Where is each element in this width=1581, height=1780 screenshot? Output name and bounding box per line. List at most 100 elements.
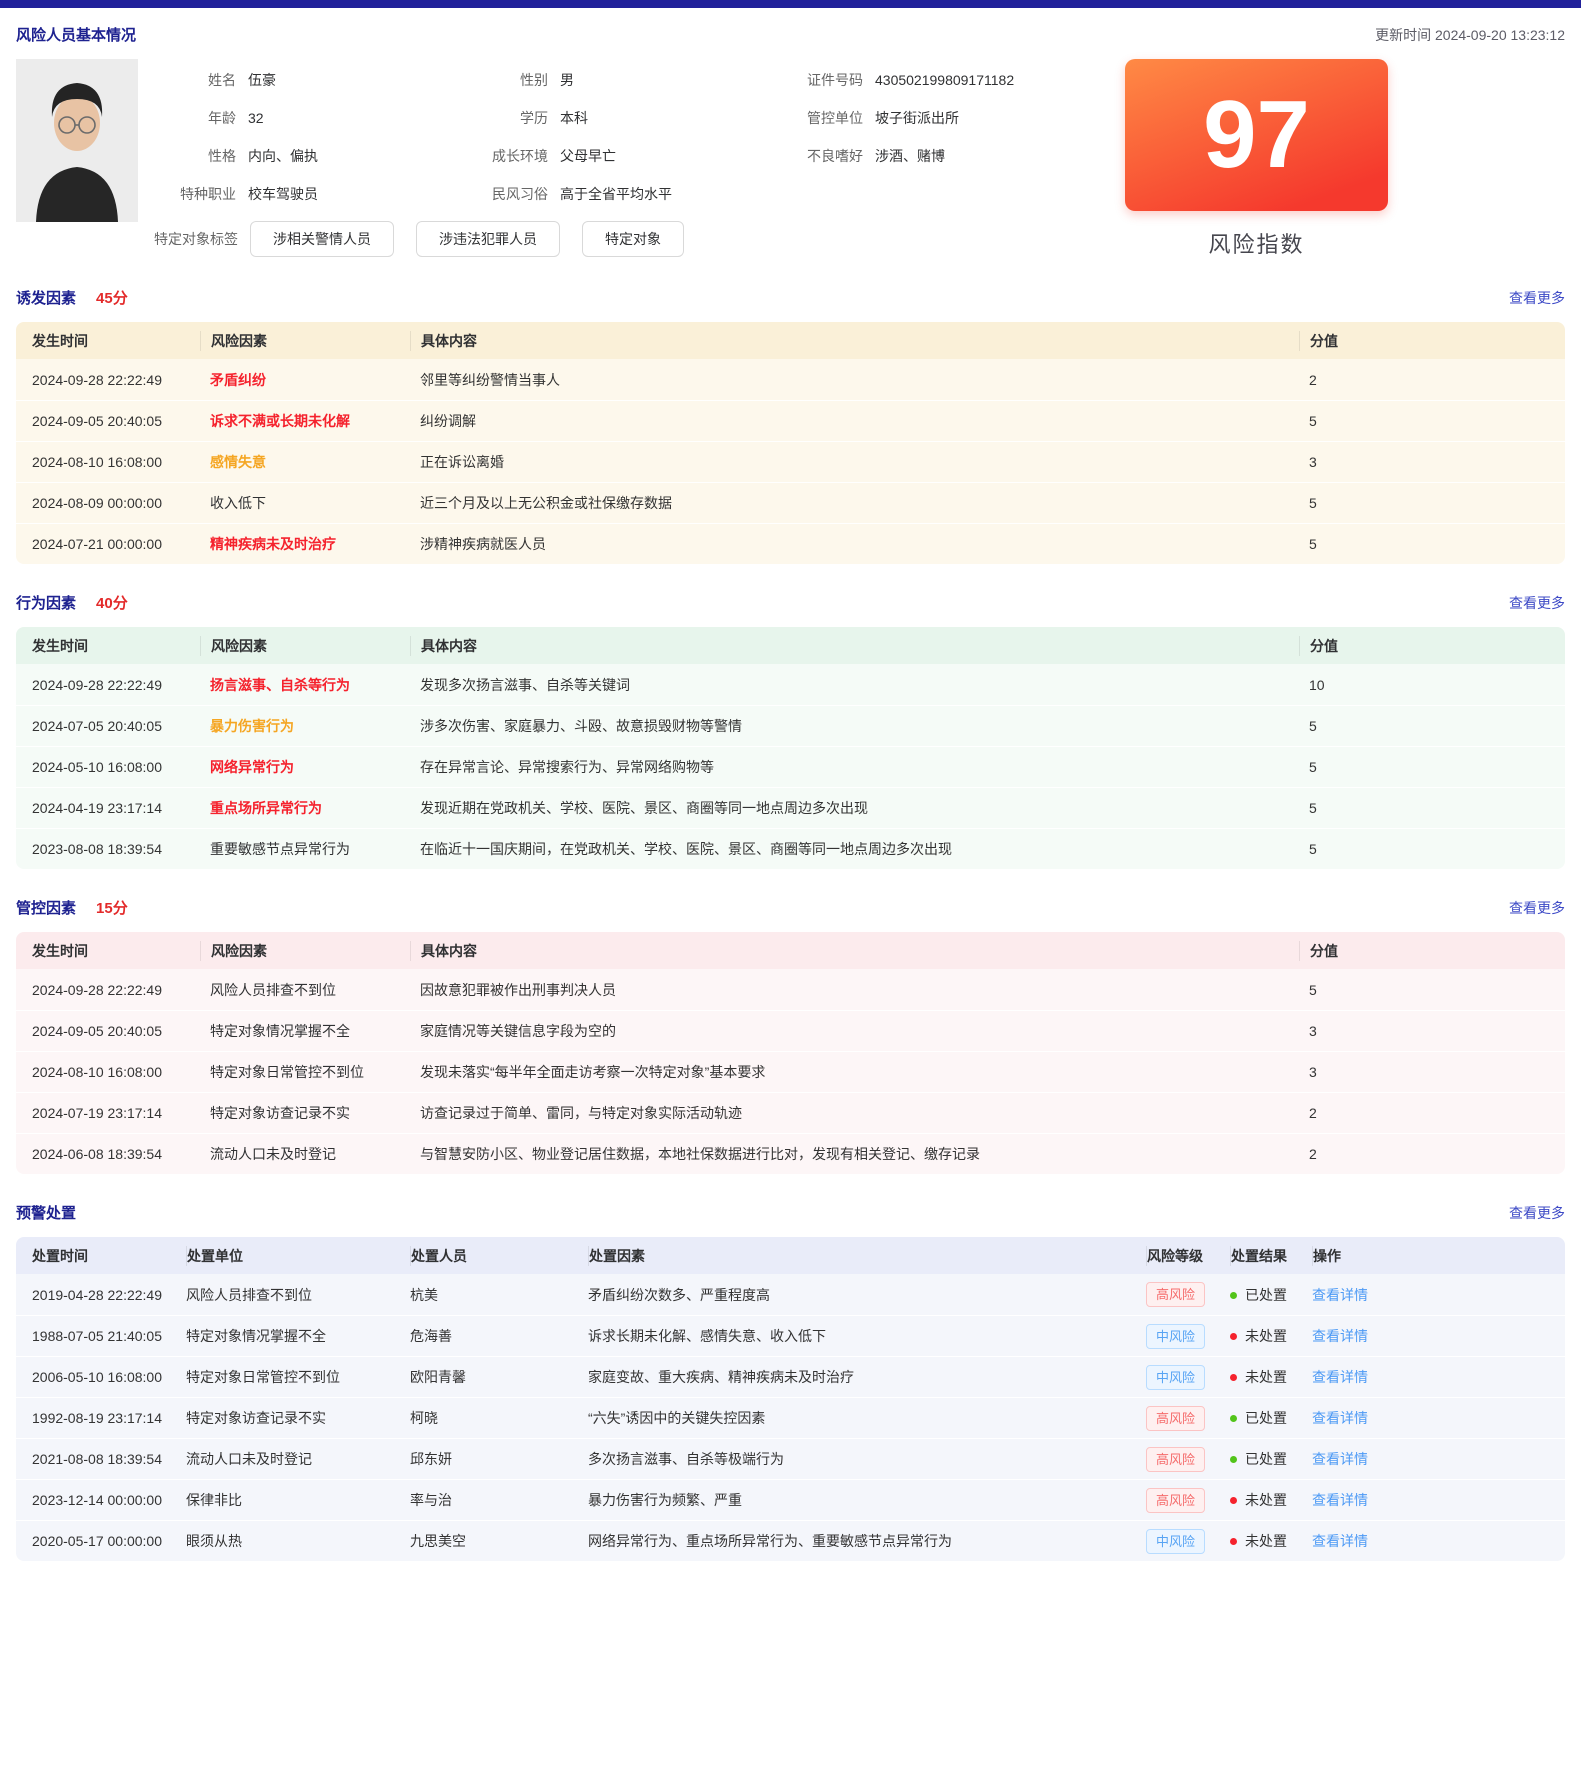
section-trigger-factors-head: 诱发因素 45分 查看更多 [16, 287, 1565, 308]
view-detail-link[interactable]: 查看详情 [1312, 1369, 1368, 1385]
cell-factor: 特定对象日常管控不到位 [200, 1062, 410, 1082]
result-text: 已处置 [1245, 1410, 1287, 1426]
cell-score: 5 [1299, 413, 1565, 429]
trigger-factors-table: 发生时间 风险因素 具体内容 分值 2024-09-28 22:22:49 矛盾… [16, 322, 1565, 564]
field-value: 涉酒、赌博 [875, 146, 945, 166]
cell-time: 2024-09-28 22:22:49 [16, 372, 200, 388]
cell-content: 存在异常言论、异常搜索行为、异常网络购物等 [410, 757, 1299, 777]
col-header-content: 具体内容 [410, 636, 1299, 656]
view-detail-link[interactable]: 查看详情 [1312, 1533, 1368, 1549]
cell-risk-level: 中风险 [1146, 1324, 1230, 1349]
cell-action: 查看详情 [1312, 1326, 1565, 1346]
profile-field: 特种职业 校车驾驶员 [154, 175, 484, 213]
cell-time: 2024-07-19 23:17:14 [16, 1105, 200, 1121]
cell-result: 已处置 [1230, 1408, 1312, 1428]
section-warning-disposal-head: 预警处置 查看更多 [16, 1202, 1565, 1223]
cell-unit: 流动人口未及时登记 [186, 1449, 410, 1469]
section-control-factors-head: 管控因素 15分 查看更多 [16, 897, 1565, 918]
cell-factor: 诉求不满或长期未化解 [200, 411, 410, 431]
profile-field: 管控单位 坡子街派出所 [779, 99, 1105, 137]
field-label: 管控单位 [779, 108, 863, 128]
view-detail-link[interactable]: 查看详情 [1312, 1410, 1368, 1426]
cell-action: 查看详情 [1312, 1367, 1565, 1387]
section-title: 预警处置 [16, 1202, 76, 1223]
view-detail-link[interactable]: 查看详情 [1312, 1451, 1368, 1467]
cell-action: 查看详情 [1312, 1531, 1565, 1551]
special-object-tag[interactable]: 涉违法犯罪人员 [416, 221, 560, 257]
special-object-tag[interactable]: 特定对象 [582, 221, 684, 257]
cell-result: 未处置 [1230, 1326, 1312, 1346]
col-header-result: 处置结果 [1230, 1246, 1312, 1266]
cell-score: 5 [1299, 800, 1565, 816]
cell-risk-level: 中风险 [1146, 1365, 1230, 1390]
risk-level-badge: 高风险 [1146, 1406, 1205, 1431]
view-detail-link[interactable]: 查看详情 [1312, 1328, 1368, 1344]
cell-score: 2 [1299, 1146, 1565, 1162]
factor-name: 暴力伤害行为 [210, 718, 294, 734]
view-detail-link[interactable]: 查看详情 [1312, 1492, 1368, 1508]
cell-person: 欧阳青馨 [410, 1367, 588, 1387]
cell-person: 率与治 [410, 1490, 588, 1510]
cell-unit: 特定对象情况掌握不全 [186, 1326, 410, 1346]
cell-factor: 矛盾纠纷次数多、严重程度高 [588, 1285, 1146, 1305]
status-dot-icon [1230, 1456, 1237, 1463]
view-more-link[interactable]: 查看更多 [1509, 898, 1565, 918]
profile-fields: 姓名 伍豪 性别 男 证件号码 430502199809171182 [138, 59, 1105, 259]
cell-unit: 眼须从热 [186, 1531, 410, 1551]
factor-name: 收入低下 [210, 495, 266, 511]
tags-label: 特定对象标签 [154, 229, 238, 249]
cell-time: 2024-05-10 16:08:00 [16, 759, 200, 775]
cell-action: 查看详情 [1312, 1490, 1565, 1510]
result-status: 已处置 [1230, 1287, 1287, 1303]
cell-score: 5 [1299, 495, 1565, 511]
cell-score: 5 [1299, 982, 1565, 998]
table-row: 2006-05-10 16:08:00 特定对象日常管控不到位 欧阳青馨 家庭变… [16, 1356, 1565, 1397]
cell-content: 发现未落实“每半年全面走访考察一次特定对象”基本要求 [410, 1062, 1299, 1082]
field-value: 校车驾驶员 [248, 184, 318, 204]
field-value: 32 [248, 110, 264, 126]
cell-unit: 特定对象访查记录不实 [186, 1408, 410, 1428]
table-body: 2024-09-28 22:22:49 矛盾纠纷 邻里等纠纷警情当事人 2 20… [16, 359, 1565, 564]
cell-content: 邻里等纠纷警情当事人 [410, 370, 1299, 390]
view-more-link[interactable]: 查看更多 [1509, 593, 1565, 613]
profile-field: 学历 本科 [484, 99, 779, 137]
table-body: 2019-04-28 22:22:49 风险人员排查不到位 杭美 矛盾纠纷次数多… [16, 1274, 1565, 1561]
result-text: 已处置 [1245, 1287, 1287, 1303]
table-row: 2023-12-14 00:00:00 保律非比 率与治 暴力伤害行为频繁、严重… [16, 1479, 1565, 1520]
cell-result: 未处置 [1230, 1367, 1312, 1387]
view-more-link[interactable]: 查看更多 [1509, 1203, 1565, 1223]
status-dot-icon [1230, 1538, 1237, 1545]
result-text: 未处置 [1245, 1328, 1287, 1344]
cell-factor: “六失”诱因中的关键失控因素 [588, 1408, 1146, 1428]
profile-fields-grid: 姓名 伍豪 性别 男 证件号码 430502199809171182 [154, 61, 1105, 213]
factor-name: 重点场所异常行为 [210, 800, 322, 816]
cell-content: 因故意犯罪被作出刑事判决人员 [410, 980, 1299, 1000]
cell-action: 查看详情 [1312, 1449, 1565, 1469]
risk-level-badge: 中风险 [1146, 1324, 1205, 1349]
cell-time: 1988-07-05 21:40:05 [16, 1328, 186, 1344]
cell-person: 九思美空 [410, 1531, 588, 1551]
factor-name: 诉求不满或长期未化解 [210, 413, 350, 429]
col-header-disposal-factor: 处置因素 [588, 1246, 1146, 1266]
cell-unit: 保律非比 [186, 1490, 410, 1510]
special-object-tag[interactable]: 涉相关警情人员 [250, 221, 394, 257]
cell-time: 2024-08-10 16:08:00 [16, 454, 200, 470]
cell-factor: 家庭变故、重大疾病、精神疾病未及时治疗 [588, 1367, 1146, 1387]
cell-result: 已处置 [1230, 1449, 1312, 1469]
field-value: 高于全省平均水平 [560, 184, 672, 204]
field-label: 证件号码 [779, 70, 863, 90]
cell-content: 发现近期在党政机关、学校、医院、景区、商圈等同一地点周边多次出现 [410, 798, 1299, 818]
cell-score: 5 [1299, 536, 1565, 552]
profile-section: 姓名 伍豪 性别 男 证件号码 430502199809171182 [16, 59, 1565, 259]
field-label: 民风习俗 [484, 184, 548, 204]
profile-photo [16, 59, 138, 222]
field-label: 年龄 [154, 108, 236, 128]
view-detail-link[interactable]: 查看详情 [1312, 1287, 1368, 1303]
cell-person: 危海善 [410, 1326, 588, 1346]
cell-score: 3 [1299, 454, 1565, 470]
view-more-link[interactable]: 查看更多 [1509, 288, 1565, 308]
person-portrait-image [16, 59, 138, 222]
cell-factor: 网络异常行为 [200, 757, 410, 777]
col-header-content: 具体内容 [410, 331, 1299, 351]
cell-factor: 特定对象访查记录不实 [200, 1103, 410, 1123]
